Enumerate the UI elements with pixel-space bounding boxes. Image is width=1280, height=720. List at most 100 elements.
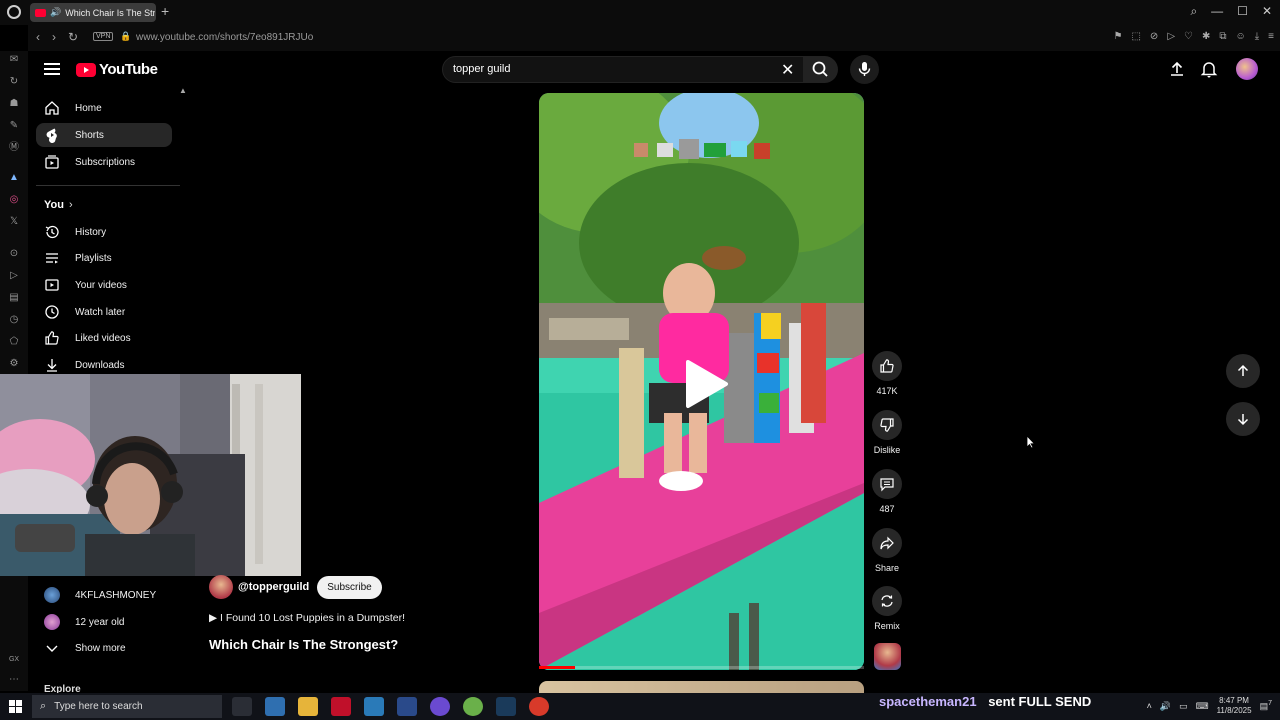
nav-item-your-videos[interactable]: Your videos [36, 273, 172, 297]
bookmark-icon[interactable]: ⚑ [1114, 31, 1123, 42]
network-icon[interactable]: ▭ [1179, 701, 1188, 712]
heart-icon[interactable]: ♡ [1184, 31, 1193, 42]
menu-icon[interactable]: ≡ [1268, 31, 1274, 42]
nav-item-subscriptions[interactable]: Subscriptions [36, 150, 172, 174]
subscription-item-4kflashmoney[interactable]: 4KFLASHMONEY [36, 583, 172, 607]
task-view-icon[interactable] [232, 697, 252, 716]
aria-icon[interactable]: ☗ [7, 97, 21, 111]
windows-start-icon[interactable] [9, 700, 22, 718]
settings-icon[interactable]: ⚙ [7, 357, 21, 371]
video-progress-bar[interactable] [539, 666, 864, 669]
language-icon[interactable]: ⌨ [1196, 701, 1209, 712]
store-icon[interactable] [265, 697, 285, 716]
notifications-bell-icon[interactable] [1200, 60, 1218, 83]
nav-item-show-more[interactable]: Show more [36, 636, 172, 660]
puzzle-icon[interactable]: ⧉ [1219, 31, 1226, 42]
linked-video-link[interactable]: ▶ I Found 10 Lost Puppies in a Dumpster! [209, 612, 405, 624]
remix-button[interactable] [872, 586, 902, 616]
tray-chevron-icon[interactable]: ˄ [1147, 701, 1152, 711]
vegas-icon[interactable] [364, 697, 384, 716]
snapshot-icon[interactable]: ⬚ [1131, 31, 1140, 42]
clear-search-icon[interactable]: ✕ [781, 60, 794, 80]
voice-search-button[interactable] [850, 55, 879, 84]
extension-icon[interactable]: ✱ [1202, 31, 1210, 42]
aria-ai-icon[interactable]: ▲ [7, 171, 21, 185]
player-sidebar-icon[interactable]: ▷ [7, 269, 21, 283]
back-button[interactable]: ‹ [36, 30, 40, 44]
new-tab-button[interactable]: + [161, 4, 169, 18]
upload-icon[interactable] [1168, 60, 1186, 83]
reload-button[interactable]: ↻ [68, 30, 78, 44]
messenger-icon[interactable]: ✉ [7, 53, 21, 67]
forward-button[interactable]: › [52, 30, 56, 44]
nav-item-home[interactable]: Home [36, 96, 172, 120]
player-icon[interactable]: ▷ [1167, 31, 1175, 42]
notes-icon[interactable]: ✎ [7, 119, 21, 133]
search-tabs-icon[interactable]: ⌕ [1190, 4, 1197, 19]
opera-gx-icon[interactable] [331, 697, 351, 716]
browser-tab[interactable]: 🔊 Which Chair Is The Strongest? [30, 3, 156, 22]
like-button[interactable] [872, 351, 902, 381]
volume-icon[interactable]: 🔊 [1160, 701, 1171, 712]
comments-button[interactable] [872, 469, 902, 499]
nav-collapse-chevron-icon[interactable]: ▲ [179, 86, 187, 95]
remix-action[interactable]: Remix [870, 586, 904, 631]
history-sidebar-icon[interactable]: ↻ [7, 75, 21, 89]
more-icon[interactable]: ⋯ [7, 673, 21, 687]
taskbar-clock[interactable]: 8:47 PM 11/8/2025 [1217, 696, 1252, 716]
adblock-icon[interactable]: ⊘ [1150, 31, 1158, 42]
search-button[interactable] [804, 56, 838, 83]
subscribe-button[interactable]: Subscribe [317, 575, 382, 599]
url-field[interactable]: www.youtube.com/shorts/7eo891JRJUo [136, 32, 313, 43]
search-input[interactable] [453, 63, 773, 75]
clock-icon[interactable]: ◷ [7, 313, 21, 327]
minimize-button[interactable]: — [1211, 4, 1223, 19]
dislike-action[interactable]: Dislike [870, 410, 904, 455]
steam-icon[interactable] [496, 697, 516, 716]
dislike-button[interactable] [872, 410, 902, 440]
notifications-icon[interactable]: ▤7 [1260, 700, 1272, 712]
nav-item-playlists[interactable]: Playlists [36, 246, 172, 270]
nav-section-you[interactable]: You [44, 199, 64, 211]
channel-handle[interactable]: @topperguild [238, 581, 309, 593]
download-icon[interactable]: ⤓ [1255, 31, 1259, 42]
account-icon[interactable]: ☺ [1236, 31, 1246, 42]
channel-avatar[interactable] [209, 575, 233, 599]
instagram-icon[interactable]: ◎ [7, 193, 21, 207]
taskbar-search[interactable]: ⌕ Type here to search [32, 695, 222, 718]
app-green-icon[interactable] [463, 697, 483, 716]
opera-logo-icon[interactable] [7, 5, 21, 19]
x-icon[interactable]: 𝕏 [7, 215, 21, 229]
nav-item-shorts[interactable]: Shorts [36, 123, 172, 147]
m-icon[interactable]: Ⓜ [7, 141, 21, 155]
next-short-button[interactable] [1226, 402, 1260, 436]
account-avatar[interactable] [1236, 58, 1258, 80]
youtube-logo[interactable]: YouTube [76, 61, 158, 78]
spotify-icon[interactable]: ⊙ [7, 247, 21, 261]
close-button[interactable]: ✕ [1262, 4, 1272, 19]
subscription-item-12-year-old[interactable]: 12 year old [36, 610, 172, 634]
lock-icon[interactable]: 🔒 [120, 31, 131, 42]
photoshop-icon[interactable] [397, 697, 417, 716]
like-action[interactable]: 417K [870, 351, 904, 396]
nav-item-history[interactable]: History [36, 220, 172, 244]
nav-item-watch-later[interactable]: Watch later [36, 300, 172, 324]
sound-thumbnail[interactable] [874, 643, 901, 670]
chevron-right-icon[interactable]: › [69, 199, 73, 211]
share-button[interactable] [872, 528, 902, 558]
next-short-preview[interactable] [539, 681, 864, 693]
extensions-sidebar-icon[interactable]: ⬠ [7, 335, 21, 349]
speaker-icon[interactable]: 🔊 [50, 7, 61, 18]
obs-icon[interactable] [529, 697, 549, 716]
tabs-icon[interactable]: ▤ [7, 291, 21, 305]
hamburger-menu-icon[interactable] [44, 63, 60, 75]
discord-icon[interactable] [430, 697, 450, 716]
share-action[interactable]: Share [870, 528, 904, 573]
comments-action[interactable]: 487 [870, 469, 904, 514]
play-button[interactable] [682, 358, 730, 410]
file-explorer-icon[interactable] [298, 697, 318, 716]
maximize-button[interactable]: ☐ [1237, 4, 1248, 19]
gx-icon[interactable]: GX [7, 653, 21, 667]
previous-short-button[interactable] [1226, 354, 1260, 388]
nav-item-liked-videos[interactable]: Liked videos [36, 326, 172, 350]
